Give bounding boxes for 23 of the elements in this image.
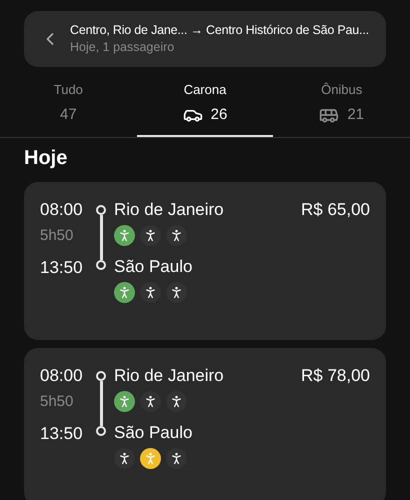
destination-city: São Paulo (114, 422, 194, 444)
section-title: Hoje (23, 146, 68, 170)
route-line-drawing (96, 371, 106, 436)
arrival-time: 13:50 (40, 423, 84, 445)
origin-city: Rio de Janeiro (114, 365, 225, 387)
route-line-drawing (96, 205, 106, 270)
trip-duration: 5h50 (40, 226, 74, 246)
trip-card[interactable]: 08:00 5h50 13:50 Rio de Janeiro São Paulo R$ 65,00 (24, 182, 386, 340)
filter-tab[interactable]: Ônibus 21 (273, 81, 410, 137)
trip-card[interactable]: 08:00 5h50 13:50 Rio de Janeiro São Paulo R$ 78,00 (24, 348, 386, 500)
departure-time: 08:00 (40, 199, 84, 221)
origin-city: Rio de Janeiro (114, 199, 225, 221)
destination-city: São Paulo (114, 256, 194, 278)
trip-price: R$ 65,00 (301, 199, 370, 221)
filter-tab[interactable]: Carona 26 (136, 81, 274, 137)
route-summary: Centro, Rio de Jane... → Centro Histórico de São Pau... (70, 22, 369, 39)
arrival-time: 13:50 (40, 257, 84, 279)
filter-tab[interactable]: Tudo 47 (0, 81, 137, 137)
departure-time: 08:00 (40, 365, 84, 387)
trip-price: R$ 78,00 (301, 365, 370, 387)
search-summary[interactable]: Centro, Rio de Jane... → Centro Histórico de São Pau... Hoje, 1 passageiro (24, 11, 386, 67)
trip-duration: 5h50 (40, 392, 74, 412)
trip-details: Hoje, 1 passageiro (70, 39, 176, 56)
